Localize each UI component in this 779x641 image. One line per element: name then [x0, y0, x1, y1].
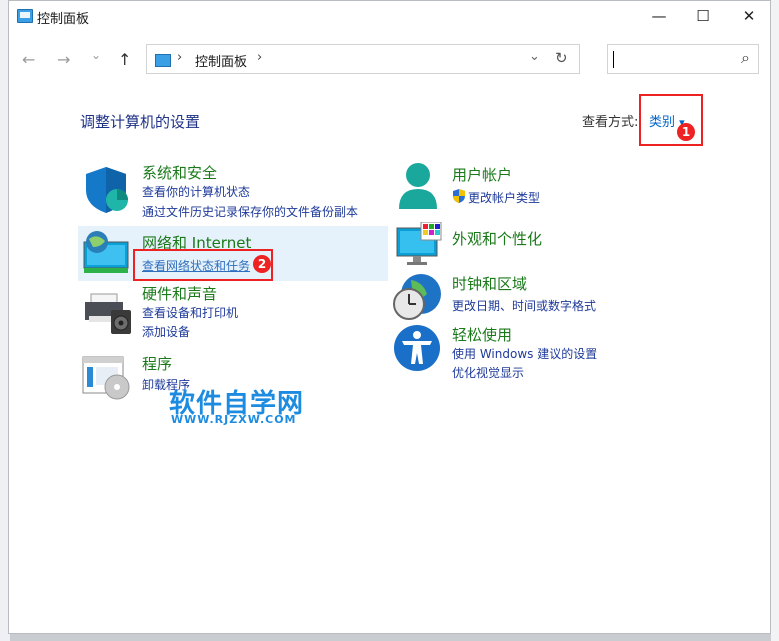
address-dropdown-chevron-icon[interactable]: ⌄ — [529, 49, 540, 64]
background-window-right — [771, 0, 779, 641]
link-optimize-visual-display[interactable]: 优化视觉显示 — [452, 364, 524, 381]
category-title-user[interactable]: 用户帐户 — [452, 164, 512, 185]
back-arrow-icon[interactable]: ← — [22, 50, 35, 69]
category-title-hardware[interactable]: 硬件和声音 — [142, 283, 217, 304]
annotation-highlight-box — [133, 249, 273, 281]
control-panel-icon — [17, 9, 33, 23]
navigation-bar: ← → ⌄ ↑ › 控制面板 › ⌄ ↻ ⌕ — [9, 41, 770, 77]
link-windows-recommended-settings[interactable]: 使用 Windows 建议的设置 — [452, 345, 597, 362]
category-title-ease[interactable]: 轻松使用 — [452, 324, 512, 345]
category-title-programs[interactable]: 程序 — [142, 353, 172, 374]
category-title-appearance[interactable]: 外观和个性化 — [452, 228, 542, 249]
text-caret — [613, 51, 614, 68]
breadcrumb-separator-icon: › — [177, 50, 183, 65]
maximize-button[interactable]: ☐ — [680, 1, 726, 31]
page-title: 调整计算机的设置 — [80, 113, 201, 131]
user-account-icon — [399, 163, 437, 209]
control-panel-window: 控制面板 — ☐ ✕ ← → ⌄ ↑ › 控制面板 › ⌄ ↻ ⌕ 调整计算机的… — [8, 0, 771, 634]
watermark-url: WWW.RJZXW.COM — [171, 413, 297, 426]
search-input[interactable]: ⌕ — [607, 44, 759, 74]
forward-arrow-icon[interactable]: → — [57, 50, 70, 69]
refresh-icon[interactable]: ↻ — [555, 49, 568, 67]
breadcrumb-control-panel[interactable]: 控制面板 — [195, 51, 247, 70]
network-monitor-icon — [83, 231, 129, 273]
uac-shield-icon — [453, 189, 465, 203]
annotation-highlight-box — [639, 94, 703, 146]
category-title-system[interactable]: 系统和安全 — [142, 162, 217, 183]
link-change-date-time[interactable]: 更改日期、时间或数字格式 — [452, 297, 596, 314]
shield-icon — [86, 167, 128, 213]
appearance-monitor-icon — [396, 222, 442, 265]
accessibility-icon — [394, 325, 440, 371]
link-devices-printers[interactable]: 查看设备和打印机 — [142, 304, 238, 321]
recent-locations-chevron-icon[interactable]: ⌄ — [91, 48, 101, 62]
breadcrumb-separator-icon[interactable]: › — [257, 50, 262, 65]
annotation-badge: 2 — [253, 255, 271, 273]
minimize-button[interactable]: — — [636, 1, 682, 31]
link-file-history[interactable]: 通过文件历史记录保存你的文件备份副本 — [142, 203, 358, 220]
search-icon[interactable]: ⌕ — [741, 48, 750, 68]
close-button[interactable]: ✕ — [726, 1, 770, 31]
category-title-clock[interactable]: 时钟和区域 — [452, 273, 527, 294]
printer-speaker-icon — [85, 293, 131, 334]
clock-globe-icon — [393, 274, 441, 320]
link-add-device[interactable]: 添加设备 — [142, 323, 190, 340]
address-bar[interactable]: › 控制面板 › ⌄ ↻ — [146, 44, 580, 74]
title-bar: 控制面板 — ☐ ✕ — [9, 1, 770, 35]
window-title: 控制面板 — [37, 12, 90, 27]
control-panel-icon — [155, 54, 171, 67]
programs-icon — [82, 356, 130, 400]
annotation-badge: 1 — [677, 123, 695, 141]
link-view-computer-status[interactable]: 查看你的计算机状态 — [142, 183, 250, 200]
up-arrow-icon[interactable]: ↑ — [118, 50, 131, 69]
view-by-label: 查看方式: — [582, 115, 639, 130]
link-change-account-type[interactable]: 更改帐户类型 — [468, 189, 540, 206]
